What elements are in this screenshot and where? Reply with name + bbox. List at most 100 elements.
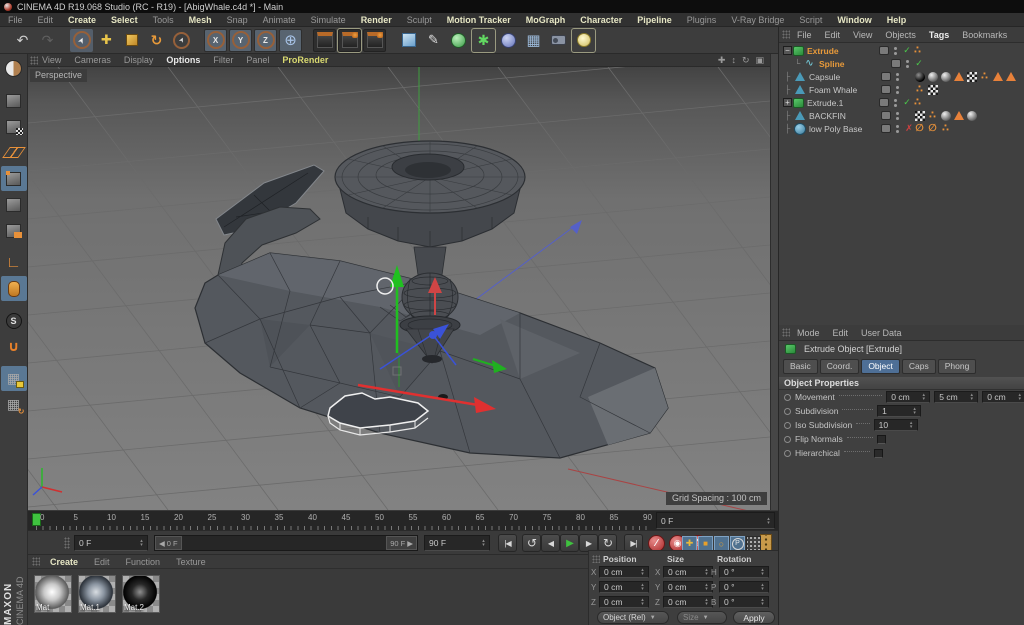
visibility-dots-icon[interactable] (892, 47, 899, 55)
object-name[interactable]: Foam Whale (809, 85, 881, 95)
checker-tag-icon[interactable] (914, 110, 925, 121)
checker-tag-icon[interactable] (966, 71, 977, 82)
preview-range-slider[interactable]: ◀0 F 90 F▶ (154, 535, 418, 551)
layer-chip-icon[interactable] (881, 124, 891, 133)
coord-field[interactable]: 0 ° (719, 581, 769, 593)
object-row-extrude[interactable]: −Extrude (779, 44, 1024, 57)
object-row-capsule[interactable]: ├Capsule (779, 70, 1024, 83)
property-field[interactable]: 1 (877, 405, 921, 417)
animation-dot-icon[interactable] (784, 408, 791, 415)
current-frame-field[interactable]: 0 F (656, 512, 775, 529)
simulation-icon[interactable] (497, 29, 520, 52)
viewport-menu-panel[interactable]: Panel (246, 55, 269, 65)
menu-render[interactable]: Render (361, 15, 392, 25)
triangle-tag-icon[interactable] (953, 71, 964, 82)
key-parameter-toggle[interactable] (730, 536, 745, 551)
phong-tag-icon[interactable] (912, 45, 923, 56)
om-menu-view[interactable]: View (853, 30, 872, 40)
phong-tag-icon[interactable] (940, 123, 951, 134)
menu-motion-tracker[interactable]: Motion Tracker (447, 15, 511, 25)
phong-tag-icon[interactable] (927, 110, 938, 121)
triangle-tag-icon[interactable] (992, 71, 1003, 82)
visibility-dots-icon[interactable] (894, 125, 901, 133)
range-end-field[interactable]: 90 F (424, 535, 490, 551)
object-row-foam-whale[interactable]: ├Foam Whale (779, 83, 1024, 96)
workplane-align-icon[interactable] (1, 392, 27, 417)
texture-mode-icon[interactable] (1, 114, 27, 139)
range-start-field[interactable]: 0 F (74, 535, 148, 551)
mat-gray-tag-icon[interactable] (966, 110, 977, 121)
points-mode-icon[interactable] (1, 166, 27, 191)
viewport-canvas[interactable] (28, 67, 770, 510)
render-view-icon[interactable] (313, 29, 336, 52)
stepper-icon[interactable] (703, 568, 710, 576)
viewport-menu-cameras[interactable]: Cameras (74, 55, 111, 65)
menu-snap[interactable]: Snap (227, 15, 248, 25)
phong-tag-icon[interactable] (914, 84, 925, 95)
lock-workplane-icon[interactable] (1, 366, 27, 391)
stepper-icon[interactable] (759, 598, 766, 606)
viewport-menu-options[interactable]: Options (166, 55, 200, 65)
visibility-dots-icon[interactable] (904, 60, 911, 68)
stepper-icon[interactable] (759, 583, 766, 591)
object-name[interactable]: Capsule (809, 72, 881, 82)
om-menu-file[interactable]: File (797, 30, 812, 40)
om-menu-tags[interactable]: Tags (929, 30, 949, 40)
stepper-icon[interactable] (703, 598, 710, 606)
make-editable-icon[interactable] (1, 56, 27, 81)
menu-select[interactable]: Select (111, 15, 138, 25)
object-manager-grip[interactable] (782, 30, 790, 39)
material-grip[interactable] (32, 557, 40, 566)
stepper-icon[interactable] (968, 393, 975, 401)
viewport-menu-view[interactable]: View (42, 55, 61, 65)
object-row-low-poly-base[interactable]: ├low Poly Base (779, 122, 1024, 135)
expand-icon[interactable]: + (783, 98, 792, 107)
am-menu-user-data[interactable]: User Data (861, 328, 902, 338)
enabled-state-icon[interactable] (902, 45, 912, 56)
om-menu-edit[interactable]: Edit (825, 30, 841, 40)
layer-chip-icon[interactable] (891, 59, 901, 68)
enable-axis-icon[interactable] (1, 250, 27, 275)
coord-field[interactable]: 0 cm (663, 566, 713, 578)
range-start-handle[interactable]: ◀0 F (155, 536, 182, 550)
menu-tools[interactable]: Tools (153, 15, 174, 25)
material-mat-2[interactable]: Mat.2 (122, 575, 160, 613)
stepper-icon[interactable] (920, 393, 927, 401)
material-mat[interactable]: Mat (34, 575, 72, 613)
property-field[interactable]: 10 (874, 419, 918, 431)
viewport-menu-prorender[interactable]: ProRender (282, 55, 328, 65)
stepper-icon[interactable] (639, 583, 646, 591)
triangle-tag-icon[interactable] (1005, 71, 1016, 82)
redo-icon[interactable] (36, 29, 59, 52)
viewport-menu-display[interactable]: Display (124, 55, 154, 65)
object-name[interactable]: Spline (819, 59, 891, 69)
mat-dark-tag-icon[interactable] (914, 71, 925, 82)
material-menu-texture[interactable]: Texture (176, 557, 206, 567)
last-tool-icon[interactable] (170, 29, 193, 52)
object-row-backfin[interactable]: ├BACKFIN (779, 109, 1024, 122)
collapse-icon[interactable]: − (783, 46, 792, 55)
coord-field[interactable]: 0 cm (663, 596, 713, 608)
live-selection-icon[interactable] (70, 29, 93, 52)
menu-edit[interactable]: Edit (38, 15, 54, 25)
key-pla-toggle[interactable] (746, 536, 761, 551)
menu-script[interactable]: Script (799, 15, 822, 25)
lock-z-icon[interactable] (254, 29, 277, 52)
menu-pipeline[interactable]: Pipeline (637, 15, 672, 25)
visibility-dots-icon[interactable] (892, 99, 899, 107)
viewport-menu-grip[interactable] (30, 56, 38, 65)
material-menu-create[interactable]: Create (50, 557, 78, 567)
move-icon[interactable] (95, 29, 118, 52)
rotate-icon[interactable] (145, 29, 168, 52)
stepper-icon[interactable] (639, 568, 646, 576)
coord-field[interactable]: 0 ° (719, 596, 769, 608)
apply-button[interactable]: Apply (733, 611, 775, 624)
checkbox[interactable] (877, 435, 886, 444)
primitive-cube-icon[interactable] (397, 29, 420, 52)
layer-chip-icon[interactable] (879, 46, 889, 55)
material-menu-function[interactable]: Function (126, 557, 161, 567)
om-menu-objects[interactable]: Objects (885, 30, 916, 40)
stepper-icon[interactable] (703, 583, 710, 591)
coordinate-mode-select[interactable]: Object (Rel)▼ (597, 611, 669, 624)
tab-caps[interactable]: Caps (902, 359, 936, 374)
